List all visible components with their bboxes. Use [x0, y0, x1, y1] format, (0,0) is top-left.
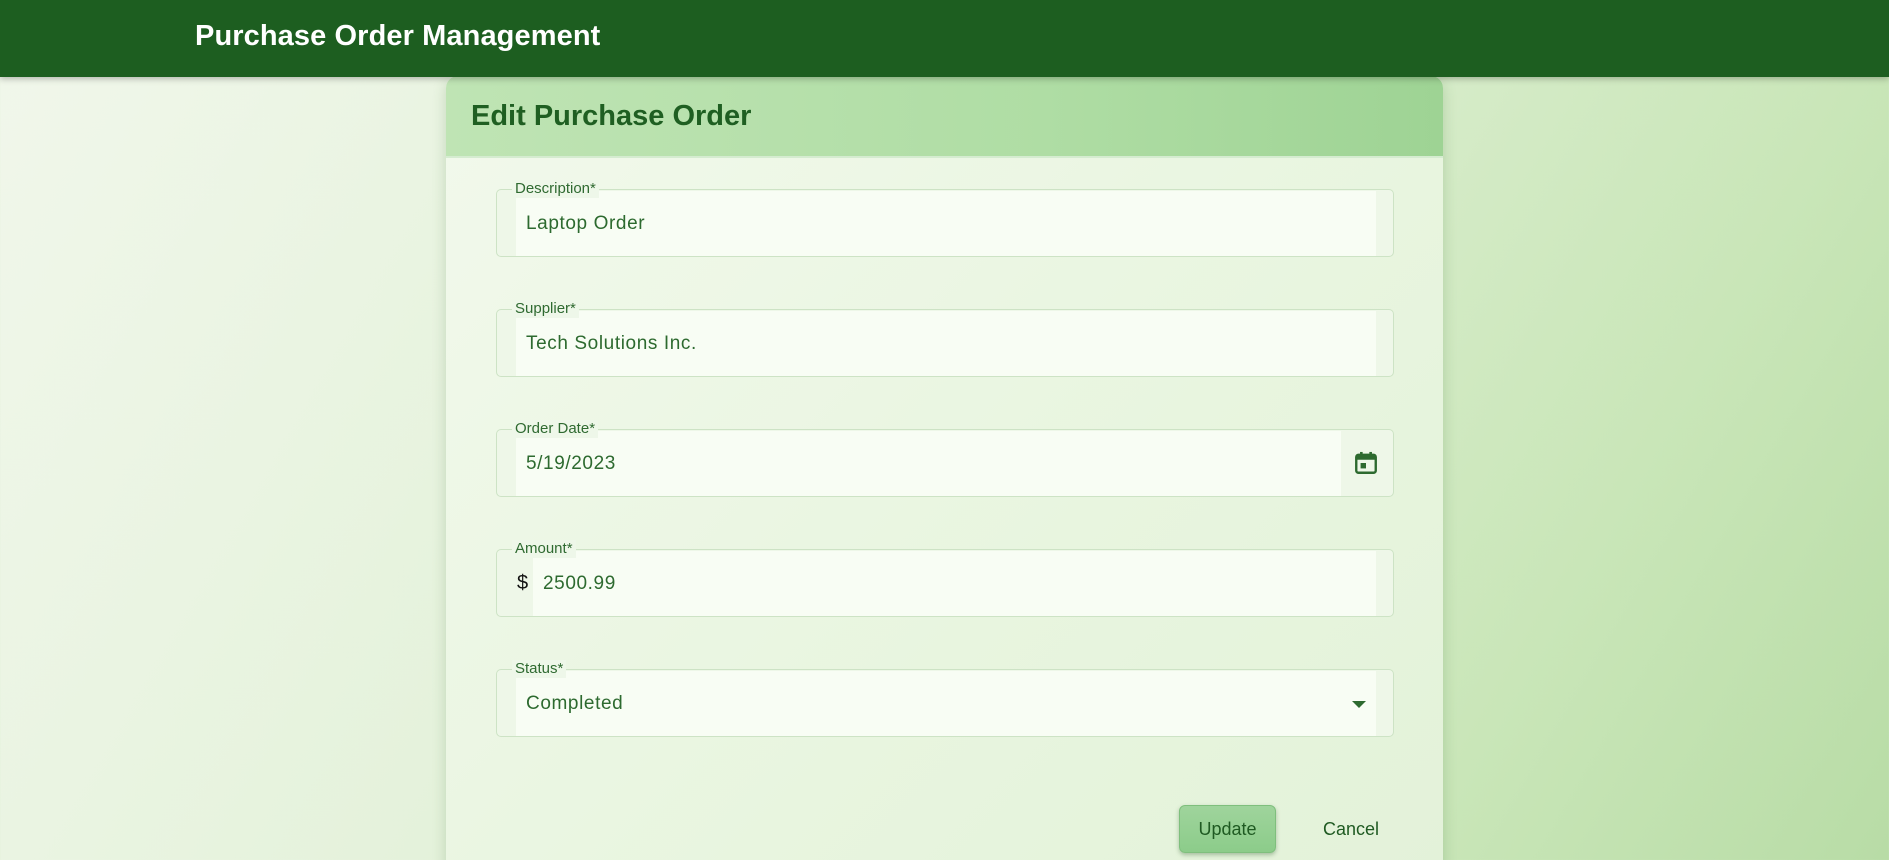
order-date-value: 5/19/2023: [526, 453, 616, 474]
form-title: Edit Purchase Order: [471, 100, 752, 132]
supplier-field: Tech Solutions Inc. Supplier*: [496, 300, 1394, 377]
status-value: Completed: [526, 693, 624, 714]
calendar-icon[interactable]: [1353, 450, 1379, 476]
description-value: Laptop Order: [526, 213, 646, 234]
description-field: Laptop Order Description*: [496, 180, 1394, 257]
app-bar: Purchase Order Management: [0, 0, 1889, 77]
description-input[interactable]: Laptop Order: [516, 191, 1376, 256]
amount-value: 2500.99: [543, 573, 616, 594]
amount-input[interactable]: 2500.99: [533, 551, 1376, 616]
edit-form-card: Edit Purchase Order Laptop Order Descrip…: [446, 76, 1443, 860]
amount-label: Amount*: [512, 540, 576, 558]
supplier-value: Tech Solutions Inc.: [526, 333, 697, 354]
status-label: Status*: [512, 660, 567, 678]
order-date-field: 5/19/2023 Order Date*: [496, 420, 1394, 497]
supplier-input[interactable]: Tech Solutions Inc.: [516, 311, 1376, 376]
card-header: Edit Purchase Order: [446, 76, 1443, 158]
app-title: Purchase Order Management: [195, 20, 601, 52]
amount-field: $ 2500.99 Amount*: [496, 540, 1394, 617]
status-select[interactable]: Completed: [516, 671, 1376, 736]
chevron-down-icon[interactable]: [1352, 701, 1366, 708]
cancel-button[interactable]: Cancel: [1306, 805, 1396, 853]
update-button[interactable]: Update: [1179, 805, 1276, 853]
description-label: Description*: [512, 180, 599, 198]
order-date-input[interactable]: 5/19/2023: [516, 431, 1341, 496]
currency-prefix: $: [517, 572, 529, 594]
status-field: Completed Status*: [496, 660, 1394, 737]
supplier-label: Supplier*: [512, 300, 579, 318]
order-date-label: Order Date*: [512, 420, 599, 438]
